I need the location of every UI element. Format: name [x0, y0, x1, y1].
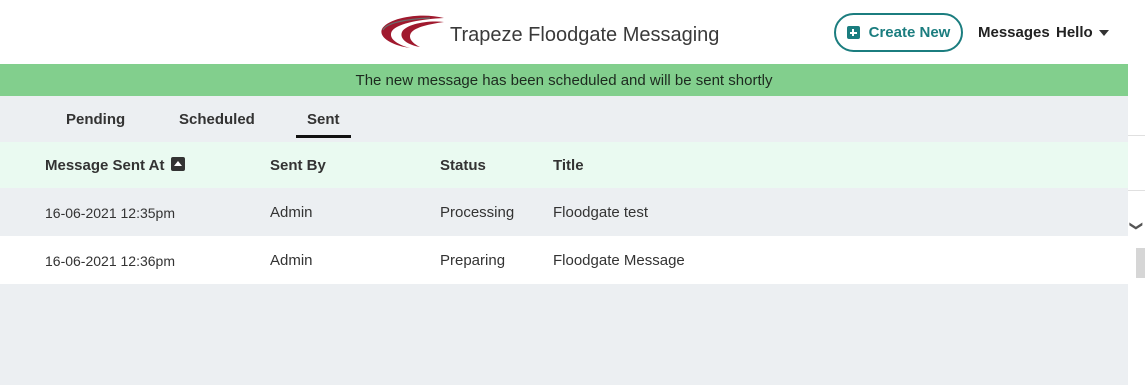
- messages-table: Message Sent At Sent By Status Title 16-…: [0, 142, 1128, 284]
- success-banner: The new message has been scheduled and w…: [0, 64, 1128, 96]
- column-header-status: Status: [440, 157, 486, 174]
- brand[interactable]: Trapeze Floodgate Messaging: [380, 14, 719, 50]
- plus-square-icon: [846, 26, 860, 39]
- tab-scheduled[interactable]: Scheduled: [179, 111, 255, 128]
- app-title: Trapeze Floodgate Messaging: [450, 23, 720, 46]
- tab-pending[interactable]: Pending: [66, 111, 125, 128]
- header: Trapeze Floodgate Messaging Create New M…: [0, 0, 1128, 64]
- cell-sent-by: Admin: [270, 204, 313, 221]
- table-row[interactable]: 16-06-2021 12:36pm Admin Preparing Flood…: [0, 236, 1128, 284]
- column-header-sent-by: Sent By: [270, 157, 326, 174]
- user-menu[interactable]: Hello: [1056, 24, 1109, 41]
- chevron-right-icon[interactable]: ❯: [1128, 221, 1144, 232]
- scrollbar-thumb[interactable]: [1136, 248, 1145, 278]
- trapeze-logo-icon: [381, 15, 444, 49]
- user-menu-label: Hello: [1056, 24, 1093, 41]
- cell-sent-at: 16-06-2021 12:35pm: [45, 205, 175, 221]
- cell-status: Processing: [440, 204, 515, 221]
- create-new-label: Create New: [868, 24, 951, 41]
- cell-title: Floodgate Message: [553, 252, 685, 269]
- sort-up-icon[interactable]: [171, 157, 186, 171]
- create-new-button[interactable]: Create New: [834, 13, 963, 52]
- nav-messages-link[interactable]: Messages: [978, 24, 1050, 41]
- active-tab-indicator: [296, 135, 351, 138]
- banner-text: The new message has been scheduled and w…: [355, 71, 773, 89]
- divider: [1128, 190, 1145, 191]
- divider: [1128, 135, 1145, 136]
- cell-sent-at: 16-06-2021 12:36pm: [45, 253, 175, 269]
- message-tabs: Pending Scheduled Sent: [0, 96, 1128, 142]
- column-header-sent-at[interactable]: Message Sent At: [45, 157, 186, 174]
- cell-sent-by: Admin: [270, 252, 313, 269]
- table-row[interactable]: 16-06-2021 12:35pm Admin Processing Floo…: [0, 188, 1128, 236]
- scrollbar[interactable]: ❯: [1128, 0, 1145, 385]
- table-header: Message Sent At Sent By Status Title: [0, 142, 1128, 188]
- cell-status: Preparing: [440, 252, 506, 269]
- tab-sent[interactable]: Sent: [307, 111, 340, 128]
- app: Trapeze Floodgate Messaging Create New M…: [0, 0, 1128, 385]
- column-header-title: Title: [553, 157, 584, 174]
- column-header-label: Message Sent At: [45, 157, 165, 174]
- caret-down-icon: [1098, 29, 1109, 36]
- cell-title: Floodgate test: [553, 204, 649, 221]
